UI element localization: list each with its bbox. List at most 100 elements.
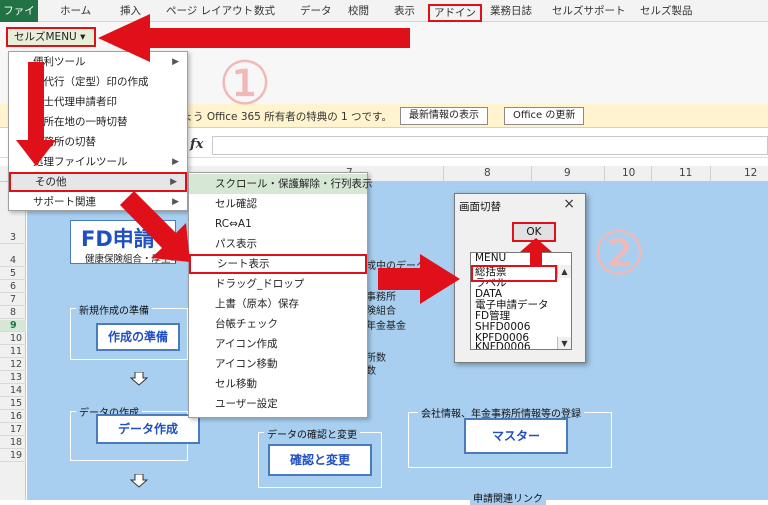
formula-input[interactable] bbox=[212, 136, 768, 155]
scroll-down-icon[interactable]: ▼ bbox=[557, 337, 571, 349]
row-header[interactable]: 7 bbox=[0, 294, 26, 306]
row-header[interactable]: 11 bbox=[0, 346, 26, 358]
tab-home[interactable]: ホーム bbox=[56, 3, 95, 19]
chevron-right-icon: ▶ bbox=[172, 57, 179, 67]
selection-highlight bbox=[471, 265, 557, 282]
confirm-change-button[interactable]: 確認と変更 bbox=[268, 444, 372, 476]
column-divider bbox=[443, 166, 444, 182]
submenu-item-drag-drop[interactable]: ドラッグ_ドロップ bbox=[189, 274, 367, 294]
menu-item-label: サポート関連 bbox=[33, 196, 96, 208]
side-text: 事務所 bbox=[366, 292, 396, 303]
show-latest-button[interactable]: 最新情報の表示 bbox=[400, 107, 488, 125]
tab-cells-support[interactable]: セルズサポート bbox=[548, 3, 630, 19]
side-text: 年金基金 bbox=[366, 321, 406, 332]
submenu-item-cell-check[interactable]: セル確認 bbox=[189, 194, 367, 214]
row-header[interactable]: 19 bbox=[0, 450, 26, 462]
submenu-item-sheet-display[interactable]: シート表示 bbox=[189, 254, 367, 274]
row-header[interactable]: 14 bbox=[0, 385, 26, 397]
tab-data[interactable]: データ bbox=[296, 3, 336, 19]
tab-addins[interactable]: アドイン bbox=[428, 4, 482, 22]
menu-item-address-switch[interactable]: 主所在地の一時切替 bbox=[9, 112, 187, 132]
list-item[interactable]: KNFD0006 bbox=[475, 342, 531, 350]
close-icon[interactable]: × bbox=[563, 196, 575, 212]
row-header[interactable]: 17 bbox=[0, 424, 26, 436]
list-item[interactable]: MENU bbox=[475, 253, 506, 264]
cells-menu-dropdown: 便利ツール ▶ 士代行（定型）印の作成 書士代理申請者印 主所在地の一時切替 事務… bbox=[8, 51, 188, 211]
menu-item-office-switch[interactable]: 事務所の切替 bbox=[9, 132, 187, 152]
links-group-title: 申請関連リンク bbox=[470, 490, 546, 505]
menu-item-utility-tools[interactable]: 便利ツール ▶ bbox=[9, 52, 187, 72]
menu-item-file-tools[interactable]: 処理ファイルツール ▶ bbox=[9, 152, 187, 172]
submenu-item-icon-create[interactable]: アイコン作成 bbox=[189, 334, 367, 354]
tab-view[interactable]: 表示 bbox=[390, 3, 419, 19]
submenu-item-overwrite-save[interactable]: 上書（原本）保存 bbox=[189, 294, 367, 314]
chevron-right-icon: ▶ bbox=[172, 197, 179, 207]
scroll-up-icon[interactable]: ▲ bbox=[557, 265, 571, 278]
row-header[interactable]: 13 bbox=[0, 372, 26, 384]
ribbon-tab-bar: ファイル ホーム 挿入 ページ レイアウト 数式 データ 校閲 表示 アドイン … bbox=[0, 0, 768, 39]
prep-group-title: 新規作成の準備 bbox=[76, 302, 152, 317]
submenu-item-cell-move[interactable]: セル移動 bbox=[189, 374, 367, 394]
step-two-marker: ② bbox=[592, 219, 646, 289]
submenu-item-rc-a1[interactable]: RC⇔A1 bbox=[189, 214, 367, 234]
tab-cells-products[interactable]: セルズ製品 bbox=[636, 3, 697, 19]
message-text: しょう Office 365 所有者の特典の 1 つです。 bbox=[172, 111, 393, 123]
submenu-item-ledger-check[interactable]: 台帳チェック bbox=[189, 314, 367, 334]
menu-item-label: その他 bbox=[35, 176, 67, 188]
flow-down-arrow-icon bbox=[130, 372, 148, 386]
column-header[interactable]: 11 bbox=[679, 167, 692, 179]
tab-formulas[interactable]: 数式 bbox=[250, 3, 279, 19]
row-header[interactable]: 8 bbox=[0, 307, 26, 319]
prepare-button[interactable]: 作成の準備 bbox=[96, 323, 180, 351]
fd-title: FD申請 bbox=[81, 227, 155, 251]
menu-item-label: 処理ファイルツール bbox=[33, 156, 128, 168]
ok-button[interactable]: OK bbox=[512, 222, 556, 242]
fx-icon[interactable]: fx bbox=[190, 137, 203, 152]
menu-item-applicant-seal[interactable]: 書士代理申請者印 bbox=[9, 92, 187, 112]
tab-business-diary[interactable]: 業務日誌 bbox=[486, 3, 536, 19]
cells-menu-button[interactable]: セルズMENU ▾ bbox=[6, 27, 96, 47]
menu-item-other[interactable]: その他 ▶ bbox=[9, 172, 187, 192]
fd-title-panel: FD申請 健康保険組合・厚生年 bbox=[70, 220, 180, 265]
tab-file[interactable]: ファイル bbox=[0, 0, 38, 39]
master-button[interactable]: マスター bbox=[464, 418, 568, 454]
side-text: 成中のデータ bbox=[366, 261, 426, 272]
column-header[interactable]: 12 bbox=[744, 167, 757, 179]
tab-insert[interactable]: 挿入 bbox=[116, 3, 145, 19]
column-divider bbox=[710, 166, 711, 182]
row-header[interactable]: 3 bbox=[0, 232, 26, 244]
row-header[interactable]: 5 bbox=[0, 268, 26, 280]
row-header[interactable]: 10 bbox=[0, 333, 26, 345]
column-divider bbox=[604, 166, 605, 182]
menu-item-label: 便利ツール bbox=[33, 56, 86, 68]
data-create-button[interactable]: データ作成 bbox=[96, 414, 200, 444]
column-header[interactable]: 8 bbox=[484, 167, 491, 179]
row-header[interactable]: 12 bbox=[0, 359, 26, 371]
row-header[interactable]: 16 bbox=[0, 411, 26, 423]
submenu-item-user-settings[interactable]: ユーザー設定 bbox=[189, 394, 367, 414]
office-update-button[interactable]: Office の更新 bbox=[504, 107, 585, 125]
menu-item-support[interactable]: サポート関連 ▶ bbox=[9, 192, 187, 212]
row-header[interactable]: 18 bbox=[0, 437, 26, 449]
submenu-item-icon-move[interactable]: アイコン移動 bbox=[189, 354, 367, 374]
column-header[interactable]: 10 bbox=[622, 167, 635, 179]
submenu-item-scroll-protect[interactable]: スクロール・保護解除・行列表示 bbox=[189, 174, 373, 194]
chevron-right-icon: ▶ bbox=[172, 157, 179, 167]
row-header[interactable]: 15 bbox=[0, 398, 26, 410]
row-headers: 3 4 5 6 7 8 9 10 11 12 13 14 15 16 17 18… bbox=[0, 182, 26, 500]
column-divider bbox=[531, 166, 532, 182]
tab-page-layout[interactable]: ページ レイアウト bbox=[162, 3, 257, 19]
submenu-item-path-display[interactable]: パス表示 bbox=[189, 234, 367, 254]
tab-review[interactable]: 校閲 bbox=[344, 3, 373, 19]
row-header[interactable]: 6 bbox=[0, 281, 26, 293]
row-header[interactable]: 4 bbox=[0, 255, 26, 267]
flow-down-arrow-icon bbox=[130, 474, 148, 488]
side-text: 険組合 bbox=[366, 306, 396, 317]
row-header-selected[interactable]: 9 bbox=[0, 320, 26, 332]
column-header[interactable]: 9 bbox=[564, 167, 571, 179]
fd-subtitle: 健康保険組合・厚生年 bbox=[85, 254, 181, 265]
column-divider bbox=[651, 166, 652, 182]
menu-item-seal-create[interactable]: 士代行（定型）印の作成 bbox=[9, 72, 187, 92]
confirm-group-title: データの確認と変更 bbox=[264, 426, 360, 441]
other-submenu: スクロール・保護解除・行列表示 セル確認 RC⇔A1 パス表示 シート表示 ドラ… bbox=[188, 172, 373, 418]
